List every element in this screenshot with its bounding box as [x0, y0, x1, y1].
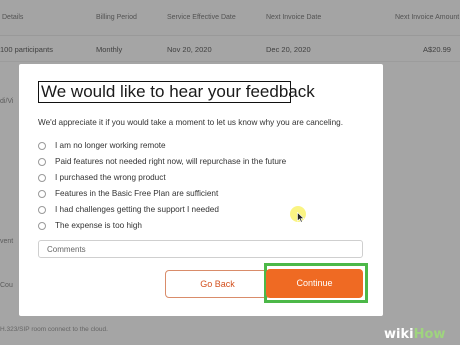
radio-button[interactable] — [38, 158, 46, 166]
radio-button[interactable] — [38, 206, 46, 214]
modal-description: We'd appreciate it if you would take a m… — [38, 118, 343, 127]
continue-button[interactable]: Continue — [266, 269, 363, 298]
comments-placeholder: Comments — [47, 245, 86, 254]
radio-button[interactable] — [38, 174, 46, 182]
reason-label: The expense is too high — [55, 221, 142, 230]
comments-input[interactable]: Comments — [38, 240, 363, 258]
radio-button[interactable] — [38, 222, 46, 230]
feedback-modal: We would like to hear your feedback We'd… — [19, 64, 383, 316]
cursor-icon — [297, 212, 305, 223]
go-back-button[interactable]: Go Back — [165, 270, 270, 298]
radio-button[interactable] — [38, 142, 46, 150]
reason-label: I purchased the wrong product — [55, 173, 166, 182]
reason-label: Paid features not needed right now, will… — [55, 157, 287, 166]
watermark-wiki: wiki — [384, 327, 414, 342]
reason-label: Features in the Basic Free Plan are suff… — [55, 189, 219, 198]
reason-label: I had challenges getting the support I n… — [55, 205, 219, 214]
wikihow-watermark: wikiHow — [384, 325, 445, 343]
watermark-how: How — [413, 327, 446, 342]
radio-button[interactable] — [38, 190, 46, 198]
reason-label: I am no longer working remote — [55, 141, 166, 150]
modal-title: We would like to hear your feedback — [38, 81, 315, 103]
